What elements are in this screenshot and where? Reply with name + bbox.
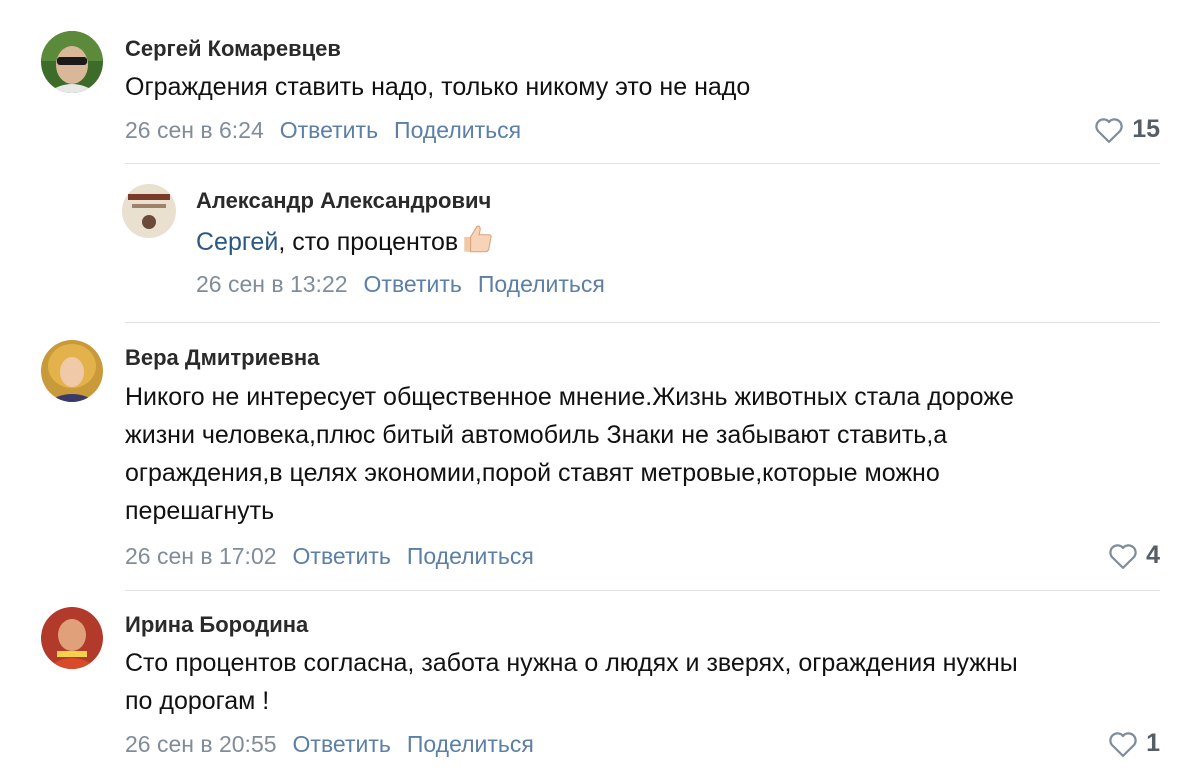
avatar-vera[interactable] <box>41 340 103 402</box>
separator <box>125 163 1160 164</box>
avatar-vera-image <box>41 340 103 402</box>
comment-meta: 26 сен в 20:55 Ответить Поделиться <box>125 731 534 758</box>
thumbs-up-emoji <box>460 222 494 256</box>
reply-button[interactable]: Ответить <box>293 543 391 569</box>
avatar-alexandr[interactable] <box>122 184 176 238</box>
comment-meta: 26 сен в 17:02 Ответить Поделиться <box>125 543 534 570</box>
like-button[interactable]: 15 <box>1094 115 1160 144</box>
avatar-alexandr-image <box>122 184 176 238</box>
comment-date[interactable]: 26 сен в 13:22 <box>196 271 348 297</box>
comment-date[interactable]: 26 сен в 20:55 <box>125 731 277 757</box>
comment-author[interactable]: Сергей Комаревцев <box>125 36 341 62</box>
heart-outline-icon <box>1095 117 1123 143</box>
share-button[interactable]: Поделиться <box>478 271 605 297</box>
like-count: 1 <box>1146 729 1160 757</box>
comment-meta: 26 сен в 6:24 Ответить Поделиться <box>125 117 521 144</box>
heart-outline-icon <box>1109 731 1137 757</box>
comment-text-line: по дорогам ! <box>125 687 270 715</box>
comment-text-line: ограждения,в целях экономии,порой ставят… <box>125 459 940 487</box>
avatar-irina[interactable] <box>41 607 103 669</box>
cut-off-previous-meta <box>125 0 131 13</box>
like-count: 15 <box>1132 115 1160 143</box>
comment-text-line: жизни человека,плюс битый автомобиль Зна… <box>125 421 948 449</box>
comment-meta: 26 сен в 13:22 Ответить Поделиться <box>196 271 605 298</box>
comment-text: Сто процентов согласна, забота нужна о л… <box>125 644 1170 720</box>
comment-text-line: перешагнуть <box>125 497 275 525</box>
separator <box>125 590 1160 591</box>
comment-author[interactable]: Ирина Бородина <box>125 612 308 638</box>
mention-link[interactable]: Сергей <box>196 228 278 256</box>
reply-button[interactable]: Ответить <box>293 731 391 757</box>
comment-text-body: , сто процентов <box>278 228 459 256</box>
comment-date[interactable]: 26 сен в 17:02 <box>125 543 277 569</box>
share-button[interactable]: Поделиться <box>394 117 521 143</box>
like-button[interactable]: 1 <box>1108 729 1160 758</box>
like-button[interactable]: 4 <box>1108 541 1160 570</box>
avatar-irina-image <box>41 607 103 669</box>
comment-text-line: Сто процентов согласна, забота нужна о л… <box>125 649 1018 677</box>
reply-button[interactable]: Ответить <box>364 271 462 297</box>
reply-button[interactable]: Ответить <box>280 117 378 143</box>
share-button[interactable]: Поделиться <box>407 543 534 569</box>
comment-text: Никого не интересует общественное мнение… <box>125 378 1170 530</box>
like-count: 4 <box>1146 541 1160 569</box>
comment-text: Ограждения ставить надо, только никому э… <box>125 73 751 101</box>
heart-outline-icon <box>1109 543 1137 569</box>
separator <box>125 322 1160 323</box>
comment-author[interactable]: Вера Дмитриевна <box>125 345 319 371</box>
comment-text-line: Никого не интересует общественное мнение… <box>125 383 1014 411</box>
comment-text: Сергей, сто процентов <box>196 222 1156 261</box>
comment-date[interactable]: 26 сен в 6:24 <box>125 117 264 143</box>
share-button[interactable]: Поделиться <box>407 731 534 757</box>
comment-author[interactable]: Александр Александрович <box>196 188 491 214</box>
avatar-sergey-image <box>41 31 103 93</box>
avatar-sergey[interactable] <box>41 31 103 93</box>
